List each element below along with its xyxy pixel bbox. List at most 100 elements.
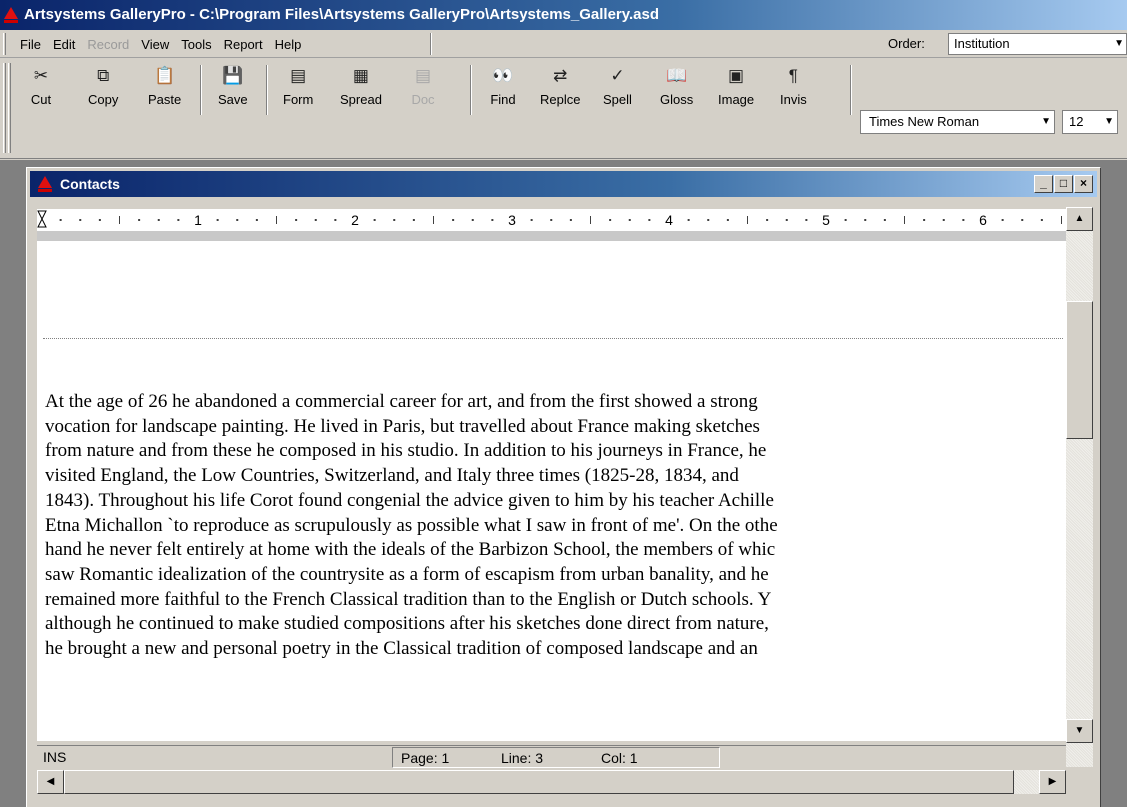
cut-button[interactable]: ✂ Cut: [28, 63, 54, 119]
ruler-number: 5: [822, 212, 830, 228]
document-text[interactable]: At the age of 26 he abandoned a commerci…: [45, 390, 1066, 662]
maximize-button[interactable]: □: [1054, 175, 1073, 193]
invis-button-label: Invis: [780, 92, 807, 107]
copy-icon: ⧉: [97, 66, 110, 85]
ruler-dot-tick: [805, 219, 808, 221]
image-icon: ▣: [728, 66, 745, 85]
vertical-scrollbar[interactable]: ▲ ▼: [1066, 207, 1093, 767]
glossary-book-icon: 📖: [666, 66, 688, 85]
menu-file[interactable]: File: [14, 37, 47, 52]
order-value: Institution: [954, 36, 1010, 51]
ruler-dot-tick: [138, 219, 141, 221]
ruler-dot-tick: [550, 219, 553, 221]
close-button[interactable]: ×: [1074, 175, 1093, 193]
ruler-dot-tick: [530, 219, 533, 221]
spreadsheet-icon: ▦: [352, 66, 369, 85]
copy-button-label: Copy: [88, 92, 119, 107]
chevron-down-icon[interactable]: ▼: [1114, 34, 1124, 54]
replace-icon: ⇄: [553, 66, 568, 85]
ruler-dot-tick: [1040, 219, 1043, 221]
indent-marker-icon[interactable]: [37, 210, 47, 228]
minimize-button[interactable]: _: [1034, 175, 1053, 193]
toolbar: Times New Roman ▼ 12 ▼ ✂ Cut ⧉ Copy 📋 Paste 💾 S…: [0, 59, 1127, 159]
ruler-dot-tick: [707, 219, 710, 221]
scroll-right-button[interactable]: ▶: [1039, 770, 1066, 794]
ruler-dot-tick: [79, 219, 82, 221]
font-select[interactable]: Times New Roman ▼: [860, 110, 1055, 134]
replce-button[interactable]: ⇄ Replce: [540, 63, 580, 119]
document-line: At the age of 26 he abandoned a commerci…: [45, 391, 758, 412]
toolbar-separator: [266, 65, 268, 115]
app-logo-icon: [4, 7, 18, 23]
status-line: Line: 3: [501, 750, 544, 766]
ruler[interactable]: 1 2 3 4 5 6: [37, 207, 1066, 241]
spell-button[interactable]: ✓ Spell: [603, 63, 632, 119]
horizontal-scroll-thumb[interactable]: [64, 770, 1014, 794]
ruler-dot-tick: [844, 219, 847, 221]
menu-edit[interactable]: Edit: [47, 37, 81, 52]
ruler-dot-tick: [1021, 219, 1024, 221]
ruler-number: 2: [351, 212, 359, 228]
menu-help[interactable]: Help: [269, 37, 308, 52]
scroll-left-button[interactable]: ◀: [37, 770, 64, 794]
ruler-dot-tick: [393, 219, 396, 221]
ruler-dot-tick: [373, 219, 376, 221]
pilcrow-icon: ¶: [788, 66, 798, 85]
resize-grip-icon[interactable]: [1066, 770, 1093, 794]
horizontal-scrollbar[interactable]: ◀ ▶: [37, 770, 1066, 794]
document-icon: ▤: [414, 66, 432, 85]
header-divider: [43, 338, 1063, 339]
spread-button-label: Spread: [340, 92, 382, 107]
font-size-select[interactable]: 12 ▼: [1062, 110, 1118, 134]
toolbar-grip[interactable]: [3, 63, 6, 153]
ruler-dot-tick: [942, 219, 945, 221]
chevron-down-icon[interactable]: ▼: [1041, 111, 1051, 133]
replce-button-label: Replce: [540, 92, 581, 107]
find-button-label: Find: [490, 92, 516, 107]
toolbar-separator: [850, 65, 852, 115]
contacts-title-bar[interactable]: Contacts _ □ ×: [30, 171, 1097, 197]
spell-button-label: Spell: [603, 92, 632, 107]
chevron-down-icon[interactable]: ▼: [1104, 111, 1114, 133]
mdi-workspace: Contacts _ □ × 1 2 3 4 5 6 At the age of 26 h…: [0, 160, 1127, 807]
binoculars-icon: 👀: [492, 66, 514, 85]
save-button[interactable]: 💾 Save: [218, 63, 248, 119]
ruler-dot-tick: [216, 219, 219, 221]
ruler-number: 6: [979, 212, 987, 228]
spread-button[interactable]: ▦ Spread: [340, 63, 382, 119]
find-button[interactable]: 👀 Find: [490, 63, 516, 119]
status-page: Page: 1: [401, 750, 450, 766]
image-button-label: Image: [718, 92, 755, 107]
scroll-up-button[interactable]: ▲: [1066, 207, 1093, 231]
scroll-down-button[interactable]: ▼: [1066, 719, 1093, 743]
ruler-dot-tick: [923, 219, 926, 221]
menu-view[interactable]: View: [135, 37, 175, 52]
ruler-dot-tick: [726, 219, 729, 221]
window-title: Contacts: [60, 176, 120, 192]
copy-button[interactable]: ⧉ Copy: [88, 63, 118, 119]
ruler-dot-tick: [687, 219, 690, 221]
invis-button[interactable]: ¶ Invis: [780, 63, 807, 119]
ruler-dot-tick: [98, 219, 101, 221]
ruler-ticks: 1 2 3 4 5 6: [37, 210, 1062, 228]
app-title-bar: Artsystems GalleryPro - C:\Program Files…: [0, 0, 1127, 30]
order-label: Order:: [888, 36, 925, 51]
menu-grip[interactable]: [3, 33, 6, 55]
ruler-dot-tick: [314, 219, 317, 221]
vertical-scroll-thumb[interactable]: [1066, 301, 1093, 439]
gloss-button[interactable]: 📖 Gloss: [660, 63, 693, 119]
document-line: Etna Michallon `to reproduce as scrupulo…: [45, 514, 778, 536]
ruler-dot-tick: [334, 219, 337, 221]
ruler-dot-tick: [962, 219, 965, 221]
paste-button[interactable]: 📋 Paste: [148, 63, 181, 119]
menu-report[interactable]: Report: [218, 37, 269, 52]
order-select[interactable]: Institution ▼: [948, 33, 1127, 55]
menu-separator: [430, 33, 432, 55]
document-line: he brought a new and personal poetry in …: [45, 638, 758, 660]
menu-tools[interactable]: Tools: [175, 37, 217, 52]
form-button[interactable]: ▤ Form: [283, 63, 313, 119]
image-button[interactable]: ▣ Image: [718, 63, 754, 119]
document-editor[interactable]: At the age of 26 he abandoned a commerci…: [37, 241, 1066, 741]
toolbar-grip-2[interactable]: [8, 63, 11, 153]
paste-button-label: Paste: [148, 92, 182, 107]
